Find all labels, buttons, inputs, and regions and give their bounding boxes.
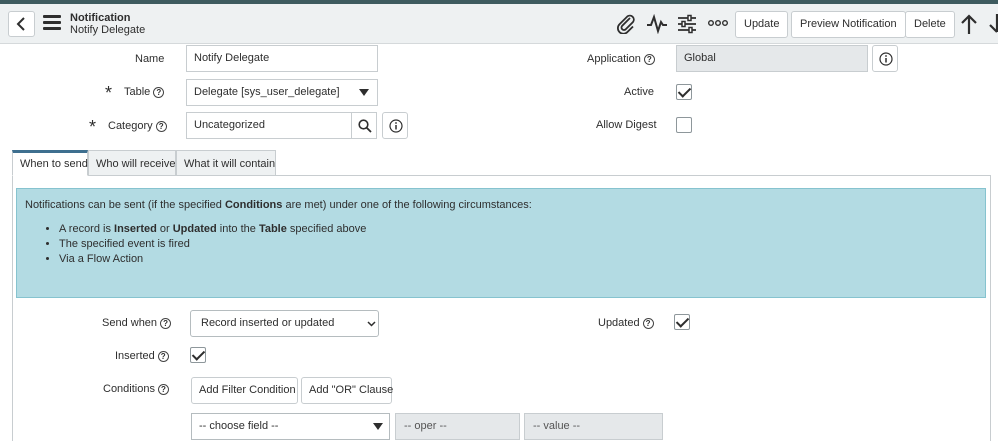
info-list: A record is Inserted or Updated into the… bbox=[59, 222, 366, 267]
send-when-value: Record inserted or updated bbox=[201, 317, 335, 329]
header-title-block: Notification Notify Delegate bbox=[70, 12, 145, 36]
send-when-label: Send when? bbox=[102, 317, 172, 329]
updated-label: Updated? bbox=[598, 317, 654, 329]
inserted-label: Inserted? bbox=[115, 350, 169, 362]
help-icon[interactable]: ? bbox=[160, 317, 172, 329]
sliders-icon[interactable] bbox=[677, 14, 697, 34]
help-icon[interactable]: ? bbox=[643, 53, 655, 65]
category-label: Category? bbox=[108, 120, 167, 132]
more-options-icon[interactable] bbox=[708, 19, 728, 27]
application-label: Application? bbox=[587, 53, 655, 65]
list-item: A record is Inserted or Updated into the… bbox=[59, 222, 366, 237]
category-lookup-button[interactable] bbox=[351, 112, 377, 139]
active-label: Active bbox=[624, 86, 654, 98]
form-header: Notification Notify Delegate Update Prev… bbox=[0, 4, 998, 44]
updated-checkbox[interactable] bbox=[674, 314, 690, 330]
info-icon bbox=[389, 119, 403, 133]
help-icon[interactable]: ? bbox=[642, 317, 654, 329]
tab-what-it-will-contain[interactable]: What it will contain bbox=[176, 150, 276, 176]
condition-field-select[interactable]: -- choose field -- bbox=[191, 413, 390, 440]
allow-digest-label: Allow Digest bbox=[596, 119, 657, 131]
active-checkbox[interactable] bbox=[676, 84, 692, 100]
chevron-down-icon bbox=[367, 321, 376, 327]
tab-who-will-receive[interactable]: Who will receive bbox=[88, 150, 176, 176]
back-button[interactable] bbox=[8, 11, 35, 37]
category-field[interactable]: Uncategorized bbox=[186, 112, 352, 139]
arrow-down-icon[interactable] bbox=[988, 13, 998, 35]
name-label: Name bbox=[135, 53, 165, 65]
condition-operator-field[interactable]: -- oper -- bbox=[395, 413, 520, 440]
table-select[interactable]: Delegate [sys_user_delegate] bbox=[186, 79, 378, 106]
application-field: Global bbox=[676, 45, 868, 72]
condition-field-value: -- choose field -- bbox=[199, 420, 279, 432]
caret-down-icon bbox=[359, 89, 369, 96]
info-intro: Notifications can be sent (if the specif… bbox=[25, 199, 532, 211]
inserted-checkbox[interactable] bbox=[190, 347, 206, 363]
page-title: Notification bbox=[70, 12, 131, 24]
page-subtitle: Notify Delegate bbox=[70, 24, 146, 36]
required-marker: * bbox=[105, 83, 113, 103]
help-icon[interactable]: ? bbox=[157, 350, 169, 362]
chevron-left-icon bbox=[16, 17, 25, 31]
application-info-button[interactable] bbox=[872, 45, 898, 72]
tab-when-to-send[interactable]: When to send bbox=[12, 150, 88, 176]
menu-icon[interactable] bbox=[43, 15, 61, 31]
help-icon[interactable]: ? bbox=[155, 120, 167, 132]
preview-notification-button[interactable]: Preview Notification bbox=[791, 11, 906, 38]
send-when-select[interactable]: Record inserted or updated bbox=[190, 310, 379, 337]
list-item: The specified event is fired bbox=[59, 237, 366, 252]
info-icon bbox=[879, 52, 893, 66]
required-marker: * bbox=[89, 117, 97, 137]
add-or-clause-button[interactable]: Add "OR" Clause bbox=[301, 377, 393, 404]
info-message: Notifications can be sent (if the specif… bbox=[16, 188, 986, 298]
caret-down-icon bbox=[373, 423, 383, 430]
delete-button[interactable]: Delete bbox=[905, 11, 955, 38]
allow-digest-checkbox[interactable] bbox=[676, 117, 692, 133]
table-label: Table? bbox=[124, 86, 165, 98]
arrow-up-icon[interactable] bbox=[960, 13, 978, 35]
add-filter-condition-button[interactable]: Add Filter Condition bbox=[191, 377, 298, 404]
update-button[interactable]: Update bbox=[735, 11, 789, 38]
help-icon[interactable]: ? bbox=[153, 86, 165, 98]
paperclip-icon[interactable] bbox=[617, 14, 635, 34]
help-icon[interactable]: ? bbox=[157, 383, 169, 395]
conditions-label: Conditions? bbox=[103, 383, 169, 395]
category-info-button[interactable] bbox=[382, 112, 408, 139]
table-select-value: Delegate [sys_user_delegate] bbox=[194, 86, 340, 98]
activity-icon[interactable] bbox=[646, 14, 668, 34]
list-item: Via a Flow Action bbox=[59, 252, 366, 267]
search-icon bbox=[358, 119, 372, 133]
condition-value-field[interactable]: -- value -- bbox=[524, 413, 663, 440]
name-field[interactable]: Notify Delegate bbox=[186, 45, 378, 72]
